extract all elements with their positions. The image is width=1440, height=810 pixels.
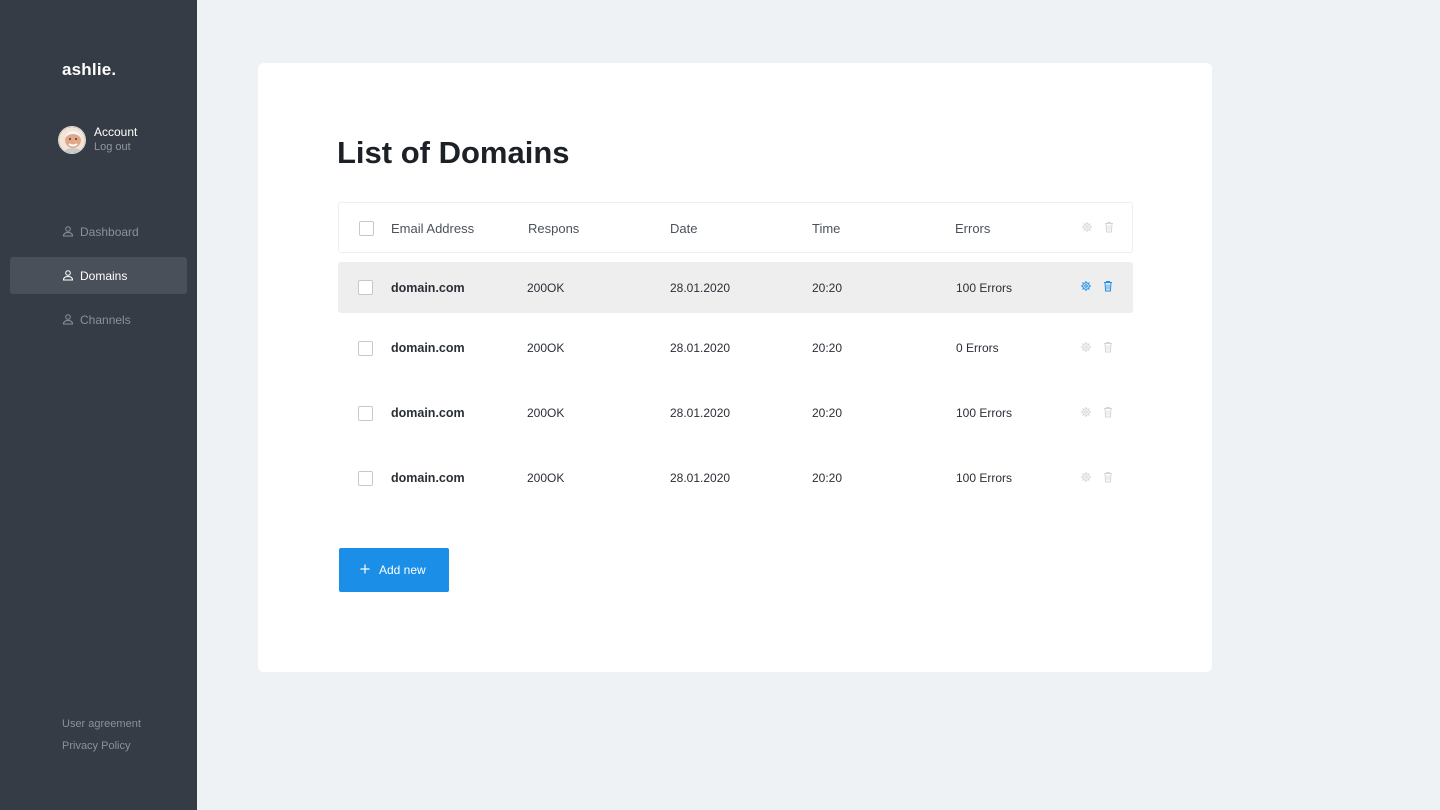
row-checkbox[interactable]: [358, 406, 373, 421]
sidebar-nav: Dashboard Domains Channels: [10, 213, 187, 345]
sidebar-item-label: Channels: [80, 312, 131, 327]
gear-icon[interactable]: [1080, 471, 1092, 483]
row-checkbox[interactable]: [358, 341, 373, 356]
select-all-checkbox[interactable]: [359, 221, 374, 236]
account-block: Account Log out: [58, 125, 137, 154]
trash-icon[interactable]: [1102, 406, 1114, 418]
errors-cell: 100 Errors: [956, 471, 1013, 485]
user-icon: [62, 314, 74, 325]
logout-link[interactable]: Log out: [94, 140, 137, 154]
sidebar-item-domains[interactable]: Domains: [10, 257, 187, 294]
column-header-time[interactable]: Time: [812, 221, 840, 236]
errors-cell: 100 Errors: [956, 406, 1013, 420]
sidebar-footer: User agreement Privacy Policy: [62, 713, 141, 757]
sidebar-item-label: Domains: [80, 268, 128, 283]
gear-icon[interactable]: [1080, 341, 1092, 353]
add-new-button[interactable]: Add new: [339, 548, 449, 592]
row-checkbox[interactable]: [358, 280, 373, 295]
column-header-errors[interactable]: Errors: [955, 221, 990, 236]
domain-cell: domain.com: [391, 471, 465, 485]
plus-icon: [360, 564, 370, 574]
domain-cell: domain.com: [391, 406, 465, 420]
brand-logo[interactable]: ashlie.: [62, 60, 116, 80]
domain-cell: domain.com: [391, 281, 465, 295]
response-cell: 200OK: [527, 471, 565, 485]
date-cell: 28.01.2020: [670, 406, 731, 420]
user-icon: [62, 226, 74, 237]
sidebar-item-channels[interactable]: Channels: [10, 301, 187, 338]
avatar-image-icon: [59, 126, 85, 153]
trash-icon[interactable]: [1102, 341, 1114, 353]
table-row[interactable]: domain.com 200OK 28.01.2020 20:20 100 Er…: [338, 452, 1133, 503]
main-card: List of Domains Email Address Respons Da…: [258, 63, 1212, 672]
table-row[interactable]: domain.com 200OK 28.01.2020 20:20 100 Er…: [338, 387, 1133, 438]
sidebar-item-dashboard[interactable]: Dashboard: [10, 213, 187, 250]
response-cell: 200OK: [527, 281, 565, 295]
account-label[interactable]: Account: [94, 125, 137, 140]
errors-cell: 100 Errors: [956, 281, 1013, 295]
trash-icon[interactable]: [1102, 471, 1114, 483]
errors-cell: 0 Errors: [956, 341, 999, 355]
column-header-date[interactable]: Date: [670, 221, 697, 236]
table-row[interactable]: domain.com 200OK 28.01.2020 20:20 0 Erro…: [338, 322, 1133, 373]
avatar[interactable]: [58, 125, 86, 154]
time-cell: 20:20: [812, 406, 843, 420]
gear-icon[interactable]: [1080, 406, 1092, 418]
user-icon: [62, 270, 74, 281]
sidebar-item-label: Dashboard: [80, 224, 139, 239]
column-header-response[interactable]: Respons: [528, 221, 579, 236]
table-header: Email Address Respons Date Time Errors: [338, 202, 1133, 253]
sidebar: ashlie. Account Log out Dashboard Domain…: [0, 0, 197, 810]
time-cell: 20:20: [812, 281, 843, 295]
user-agreement-link[interactable]: User agreement: [62, 713, 141, 735]
date-cell: 28.01.2020: [670, 471, 731, 485]
add-new-label: Add new: [379, 563, 426, 577]
time-cell: 20:20: [812, 471, 843, 485]
page-title: List of Domains: [337, 135, 570, 170]
privacy-policy-link[interactable]: Privacy Policy: [62, 735, 141, 757]
date-cell: 28.01.2020: [670, 341, 731, 355]
domain-cell: domain.com: [391, 341, 465, 355]
gear-icon[interactable]: [1081, 221, 1093, 233]
row-checkbox[interactable]: [358, 471, 373, 486]
trash-icon[interactable]: [1102, 280, 1114, 292]
column-header-email[interactable]: Email Address: [391, 221, 474, 236]
gear-icon[interactable]: [1080, 280, 1092, 292]
date-cell: 28.01.2020: [670, 281, 731, 295]
trash-icon[interactable]: [1103, 221, 1115, 233]
time-cell: 20:20: [812, 341, 843, 355]
response-cell: 200OK: [527, 341, 565, 355]
table-row[interactable]: domain.com 200OK 28.01.2020 20:20 100 Er…: [338, 262, 1133, 313]
response-cell: 200OK: [527, 406, 565, 420]
